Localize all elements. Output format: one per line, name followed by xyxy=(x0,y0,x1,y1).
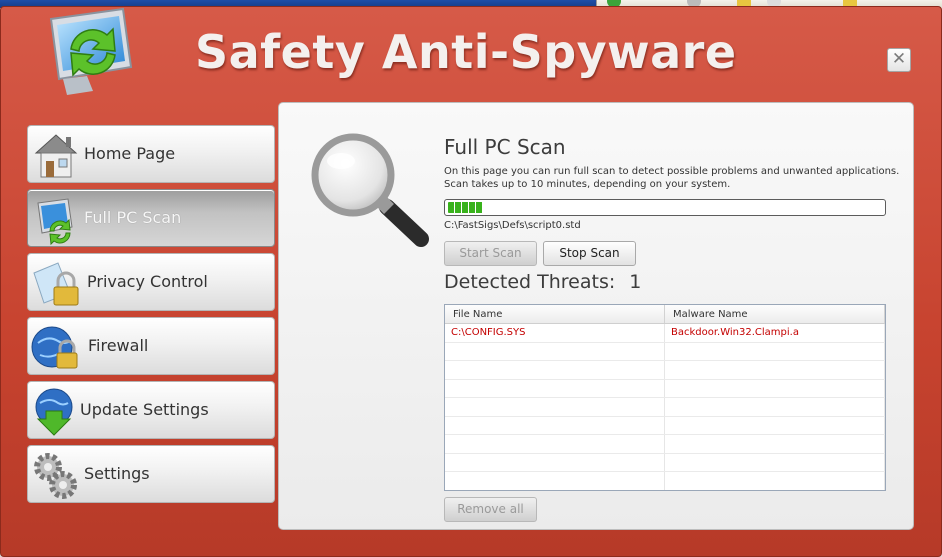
globe-lock-icon xyxy=(31,326,78,369)
scan-progress-fill xyxy=(448,202,483,213)
padlock-icon xyxy=(33,262,79,306)
start-scan-button[interactable]: Start Scan xyxy=(444,241,537,266)
sidebar-item-full-pc-scan[interactable]: Full PC Scan xyxy=(27,189,275,247)
sidebar-item-label: Settings xyxy=(84,464,150,483)
sidebar-item-home-page[interactable]: Home Page xyxy=(27,125,275,183)
magnifier-icon xyxy=(311,133,429,247)
table-row-empty xyxy=(445,342,885,361)
detected-threats-label: Detected Threats: xyxy=(444,271,616,293)
content-panel: Full PC Scan On this page you can run fu… xyxy=(278,102,914,530)
app-title: Safety Anti-Spyware xyxy=(195,25,737,79)
detected-threats-count: 1 xyxy=(629,271,642,293)
table-row-empty xyxy=(445,435,885,454)
sidebar-item-label: Full PC Scan xyxy=(84,208,182,227)
threat-malware-cell: Backdoor.Win32.Clampi.a xyxy=(665,324,885,342)
close-button[interactable]: ✕ xyxy=(887,48,911,72)
sidebar-item-label: Privacy Control xyxy=(87,272,208,291)
sidebar-item-privacy-control[interactable]: Privacy Control xyxy=(27,253,275,311)
scan-progress-bar xyxy=(444,199,886,216)
column-header-malware-name[interactable]: Malware Name xyxy=(665,305,885,323)
app-window: Safety Anti-Spyware ✕ Home Page Full PC … xyxy=(0,6,942,557)
stop-scan-button[interactable]: Stop Scan xyxy=(543,241,636,266)
threat-file-cell: C:\CONFIG.SYS xyxy=(445,324,665,342)
threats-table: File Name Malware Name C:\CONFIG.SYS Bac… xyxy=(444,304,886,491)
table-row-empty xyxy=(445,361,885,380)
monitor-refresh-icon xyxy=(49,7,133,95)
table-row-empty xyxy=(445,416,885,435)
sidebar-item-label: Firewall xyxy=(88,336,149,355)
sidebar-item-firewall[interactable]: Firewall xyxy=(27,317,275,375)
table-row-empty xyxy=(445,453,885,472)
detected-threats-heading: Detected Threats: 1 xyxy=(444,271,641,293)
sidebar-item-label: Update Settings xyxy=(80,400,209,419)
table-row-empty xyxy=(445,472,885,490)
page-title: Full PC Scan xyxy=(444,135,566,159)
scan-description: On this page you can run full scan to de… xyxy=(444,166,900,190)
remove-all-button[interactable]: Remove all xyxy=(444,497,537,522)
table-row-empty xyxy=(445,379,885,398)
house-icon xyxy=(34,134,78,178)
sidebar-item-label: Home Page xyxy=(84,144,176,163)
table-row-empty xyxy=(445,398,885,417)
table-header: File Name Malware Name xyxy=(445,305,885,324)
column-header-file-name[interactable]: File Name xyxy=(445,305,665,323)
table-row[interactable]: C:\CONFIG.SYS Backdoor.Win32.Clampi.a xyxy=(445,324,885,343)
sidebar-item-settings[interactable]: Settings xyxy=(27,445,275,503)
monitor-scan-icon xyxy=(37,198,73,245)
sidebar-item-update-settings[interactable]: Update Settings xyxy=(27,381,275,439)
globe-download-icon xyxy=(35,388,73,436)
current-scan-file: C:\FastSigs\Defs\script0.std xyxy=(444,220,581,231)
gears-icon xyxy=(34,453,77,499)
